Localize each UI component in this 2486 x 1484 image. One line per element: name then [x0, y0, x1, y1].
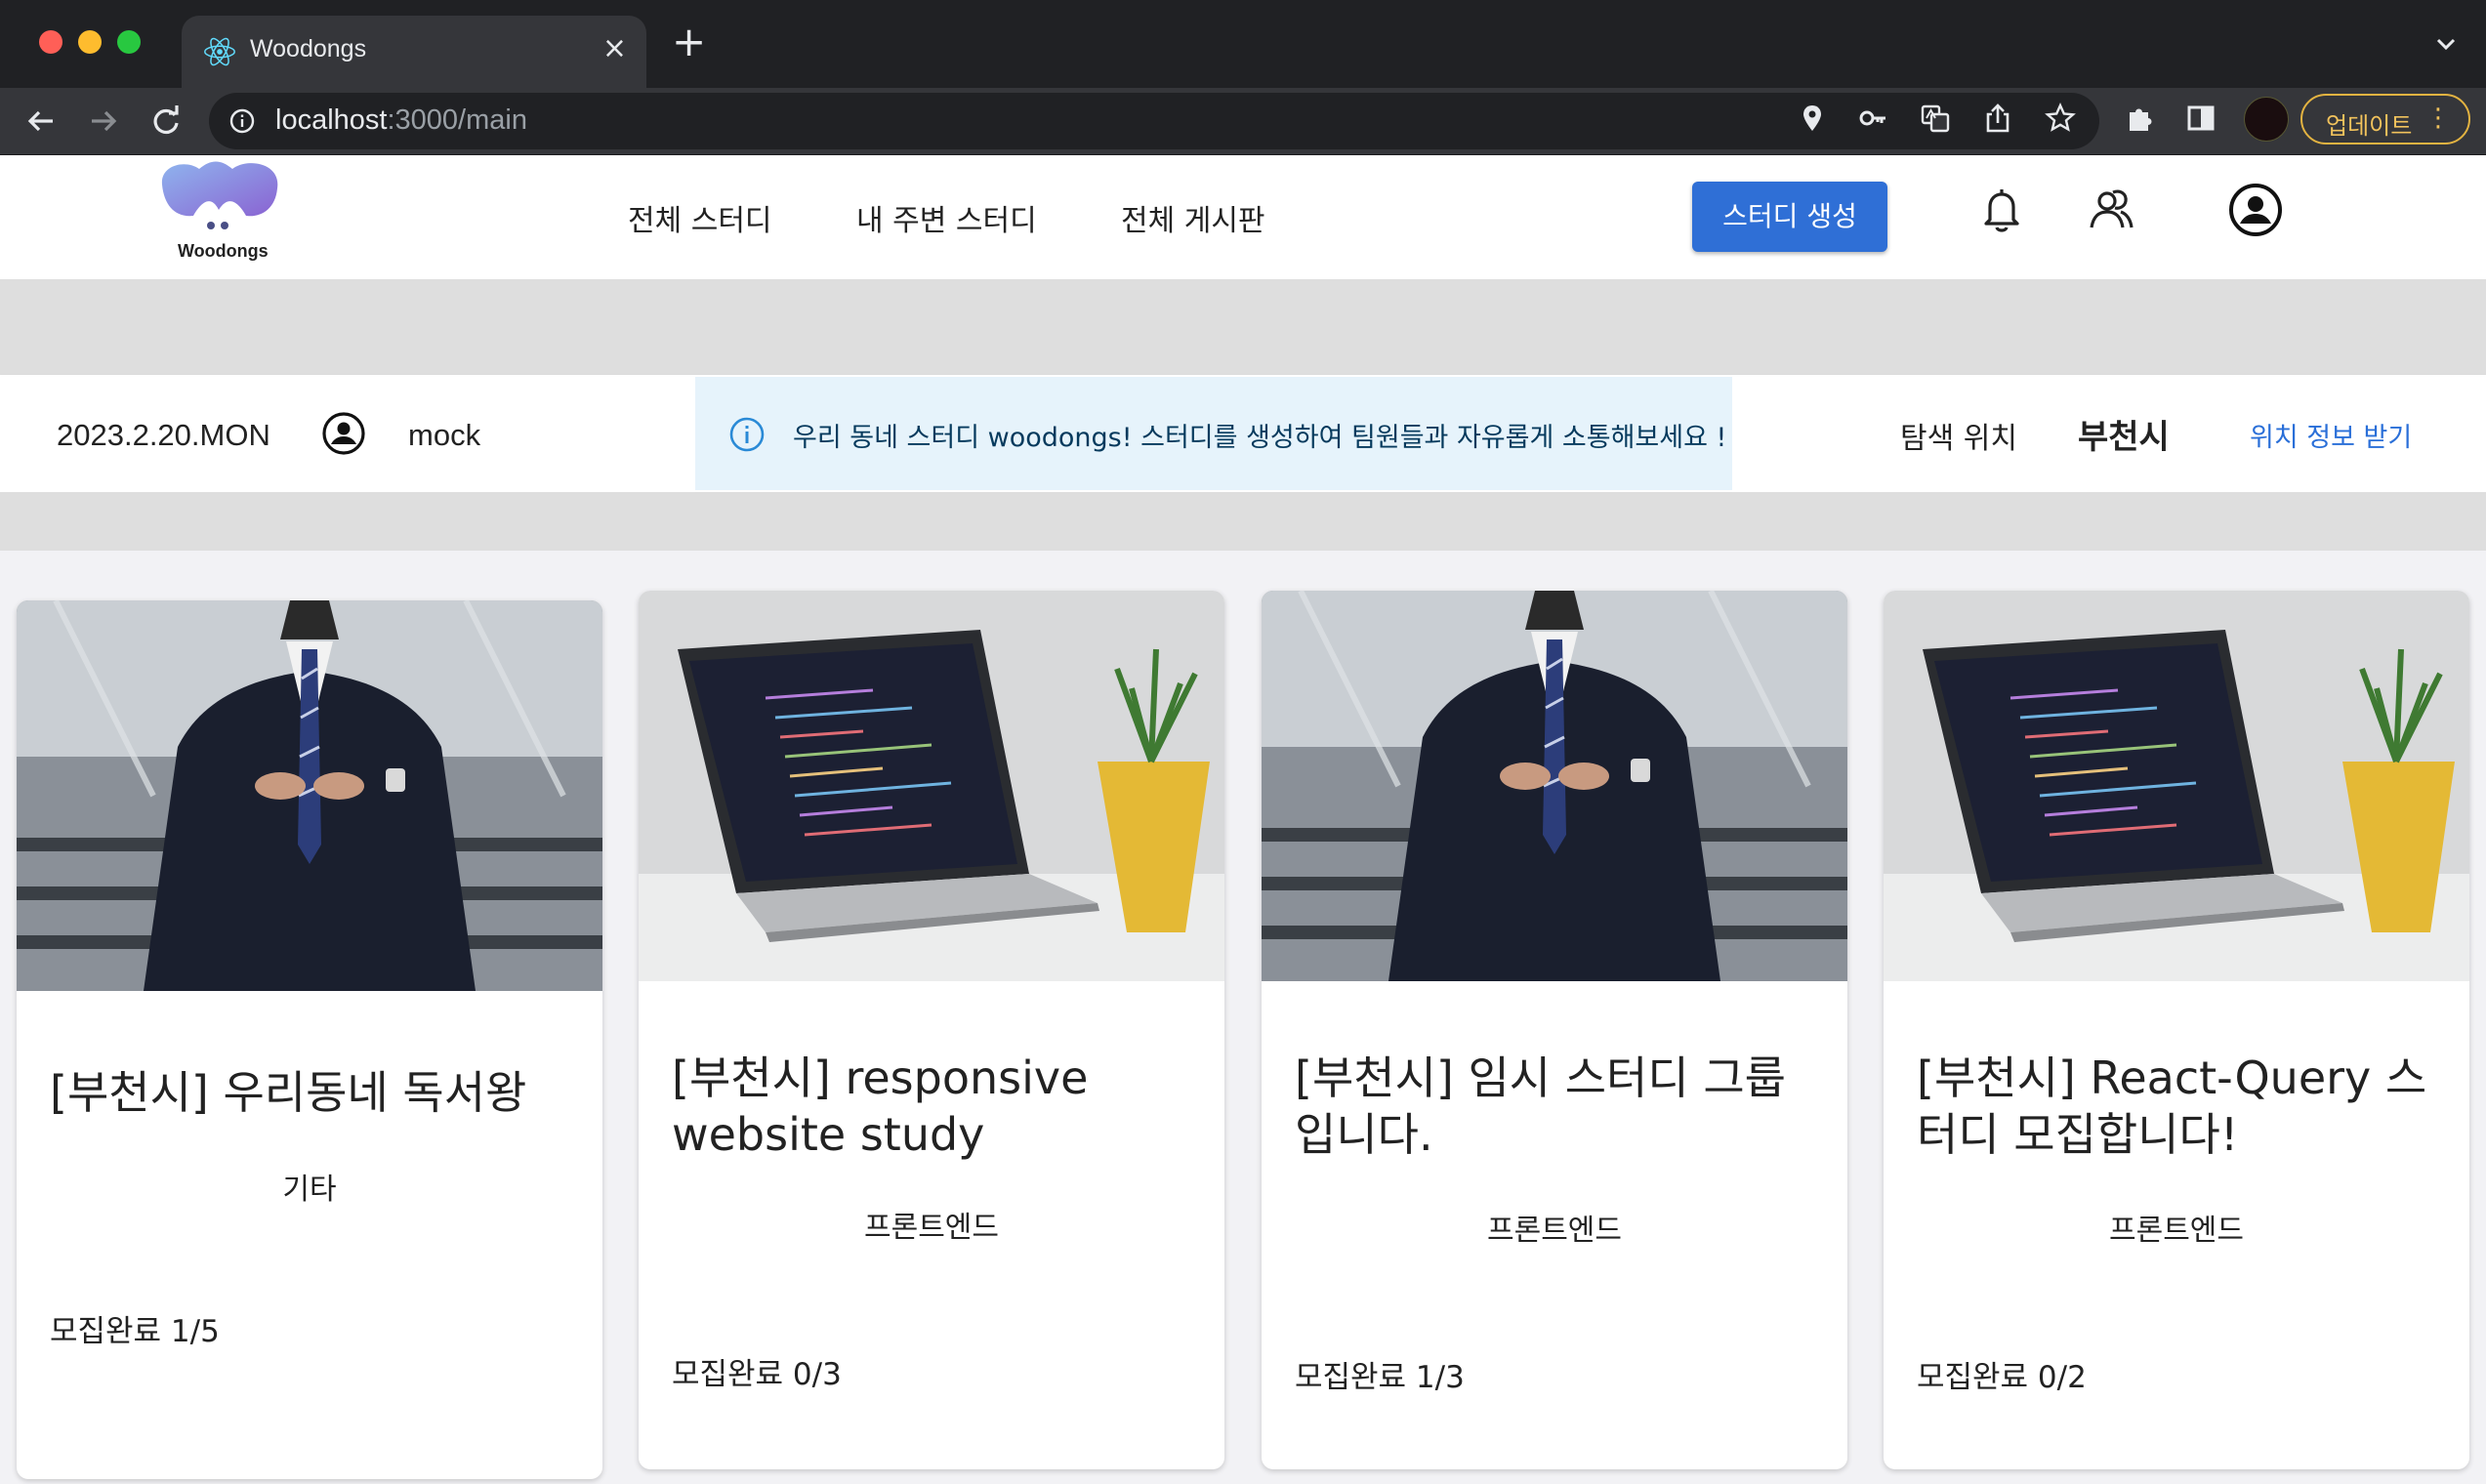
study-card[interactable]: [부천시] 임시 스터디 그룹입니다. 프론트엔드 모집완료 1/3	[1262, 591, 1847, 1469]
back-arrow-icon[interactable]	[20, 100, 62, 143]
notice-message: 우리 동네 스터디 woodongs! 스터디를 생성하여 팀원들과 자유롭게 …	[793, 423, 1727, 453]
browser-tab-active[interactable]: Woodongs ×	[182, 16, 646, 88]
account-circle-icon[interactable]	[2226, 181, 2285, 239]
study-recruit-status: 모집완료 1/3	[1295, 1360, 1465, 1395]
info-bar: 2023.2.20.MON mock 우리 동네 스터디 woodongs! 스…	[0, 375, 2486, 492]
update-label: 업데이트	[2326, 112, 2413, 140]
bookmark-star-icon[interactable]	[2045, 103, 2076, 134]
new-tab-button[interactable]: +	[672, 21, 706, 62]
location-city: 부천시	[2078, 418, 2170, 457]
logo-text: Woodongs	[178, 241, 269, 261]
study-category: 기타	[282, 1173, 337, 1207]
forward-arrow-icon[interactable]	[82, 100, 125, 143]
window-minimize-control[interactable]	[78, 30, 102, 54]
nav-all-studies[interactable]: 전체 스터디	[628, 196, 772, 239]
window-zoom-control[interactable]	[117, 30, 141, 54]
user-account-icon	[322, 412, 365, 455]
current-date: 2023.2.20.MON	[57, 418, 270, 452]
window-close-control[interactable]	[39, 30, 62, 54]
side-panel-icon[interactable]	[2185, 103, 2217, 134]
browser-profile-avatar[interactable]	[2244, 97, 2289, 142]
location-label: 탐색 위치	[1900, 422, 2017, 456]
study-title[interactable]: [부천시] 임시 스터디 그룹입니다.	[1295, 1050, 1822, 1163]
study-title[interactable]: [부천시] 우리동네 독서왕	[50, 1064, 577, 1121]
study-card[interactable]: [부천시] responsive website study 프론트엔드 모집완…	[639, 591, 1224, 1469]
study-recruit-status: 모집완료 0/2	[1917, 1360, 2087, 1395]
site-info-icon[interactable]	[228, 107, 256, 135]
location-pin-icon[interactable]	[1797, 103, 1828, 134]
translate-icon[interactable]	[1920, 103, 1951, 134]
info-circle-icon	[729, 417, 765, 452]
react-logo-icon	[204, 37, 235, 66]
tab-search-chevron-icon[interactable]	[2431, 29, 2461, 59]
study-title[interactable]: [부천시] React-Query 스터디 모집합니다!	[1917, 1050, 2444, 1163]
create-study-button[interactable]: 스터디 생성	[1692, 182, 1887, 252]
study-card-image-suit	[17, 600, 602, 991]
nav-nearby-studies[interactable]: 내 주변 스터디	[856, 196, 1037, 239]
app-header: Woodongs 전체 스터디 내 주변 스터디 전체 게시판 스터디 생성	[0, 155, 2486, 279]
url-text[interactable]: localhost:3000/main	[275, 104, 527, 137]
get-location-button[interactable]: 위치 정보 받기	[2250, 416, 2412, 454]
group-users-icon[interactable]	[2082, 181, 2140, 239]
spacer-band-2	[0, 492, 2486, 551]
tab-close-icon[interactable]: ×	[602, 31, 627, 65]
study-recruit-status: 모집완료 0/3	[672, 1357, 842, 1392]
key-icon[interactable]	[1857, 103, 1888, 134]
study-card-image-suit	[1262, 591, 1847, 981]
study-title[interactable]: [부천시] responsive website study	[672, 1050, 1199, 1163]
spacer-band	[0, 279, 2486, 375]
study-card-image-laptop	[1884, 591, 2469, 981]
study-card-image-laptop	[639, 591, 1224, 981]
study-card[interactable]: [부천시] React-Query 스터디 모집합니다! 프론트엔드 모집완료 …	[1884, 591, 2469, 1469]
info-notice-alert: 우리 동네 스터디 woodongs! 스터디를 생성하여 팀원들과 자유롭게 …	[695, 377, 1732, 490]
browser-tab-bar: Woodongs × +	[0, 0, 2486, 88]
study-category: 프론트엔드	[864, 1211, 999, 1245]
share-icon[interactable]	[1982, 103, 2013, 134]
tab-title: Woodongs	[250, 35, 367, 62]
nav-all-board[interactable]: 전체 게시판	[1121, 196, 1265, 239]
notification-bell-icon[interactable]	[1972, 181, 2031, 239]
reload-icon[interactable]	[145, 100, 187, 143]
browser-update-button[interactable]: 업데이트 ⋮	[2300, 94, 2470, 144]
username: mock	[408, 418, 481, 452]
study-card[interactable]: [부천시] 우리동네 독서왕 기타 모집완료 1/5	[17, 600, 602, 1479]
extensions-puzzle-icon[interactable]	[2125, 103, 2156, 134]
study-recruit-status: 모집완료 1/5	[50, 1314, 220, 1349]
browser-menu-icon[interactable]: ⋮	[2425, 103, 2451, 133]
study-category: 프론트엔드	[1487, 1214, 1622, 1248]
study-category: 프론트엔드	[2109, 1214, 2244, 1248]
